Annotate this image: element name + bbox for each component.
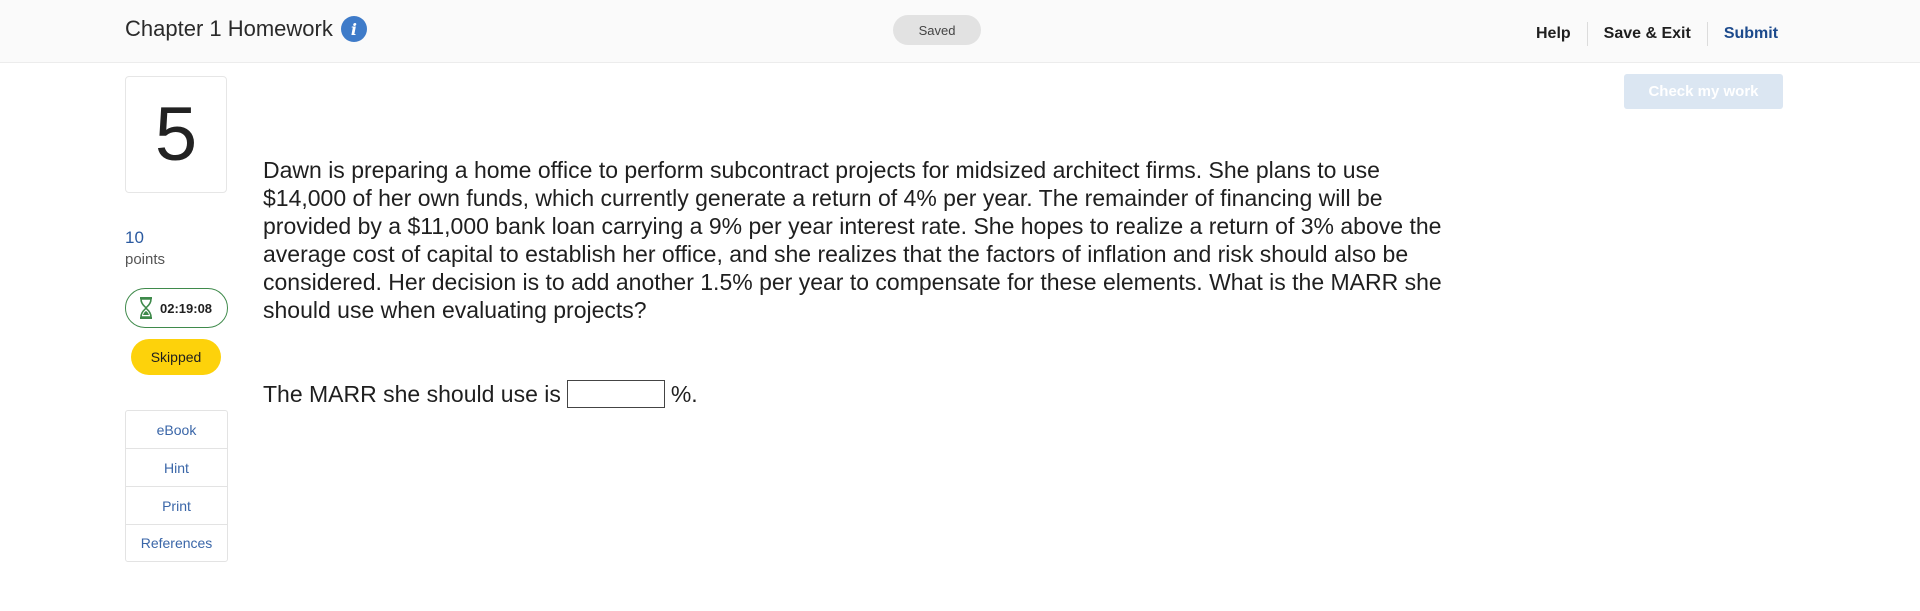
ebook-link[interactable]: eBook <box>126 411 227 449</box>
answer-line: The MARR she should use is %. <box>263 380 698 408</box>
skipped-status-badge: Skipped <box>131 339 221 375</box>
header-bar: Chapter 1 Homework i Saved Help Save & E… <box>0 0 1920 63</box>
print-link[interactable]: Print <box>126 487 227 525</box>
hint-link[interactable]: Hint <box>126 449 227 487</box>
header-nav: Help Save & Exit Submit <box>1523 22 1794 46</box>
answer-suffix: %. <box>670 380 698 407</box>
submit-link[interactable]: Submit <box>1708 22 1794 46</box>
assignment-title: Chapter 1 Homework <box>125 16 333 41</box>
assignment-title-group: Chapter 1 Homework i <box>125 16 367 42</box>
saved-status-badge: Saved <box>893 15 981 45</box>
marr-answer-input[interactable] <box>566 380 665 408</box>
info-icon[interactable]: i <box>340 16 367 42</box>
timer: 02:19:08 <box>125 288 228 328</box>
hourglass-icon <box>140 297 152 319</box>
answer-prefix: The MARR she should use is <box>263 380 561 407</box>
references-link[interactable]: References <box>126 525 227 561</box>
points-label: points <box>125 251 166 268</box>
points-value: 10 <box>125 228 144 247</box>
save-exit-link[interactable]: Save & Exit <box>1588 22 1708 46</box>
check-my-work-button[interactable]: Check my work <box>1624 74 1783 109</box>
question-number: 5 <box>125 76 227 193</box>
tools-menu: eBook Hint Print References <box>125 410 228 562</box>
question-text: Dawn is preparing a home office to perfo… <box>263 157 1442 323</box>
help-link[interactable]: Help <box>1523 22 1588 46</box>
timer-value: 02:19:08 <box>160 300 213 316</box>
